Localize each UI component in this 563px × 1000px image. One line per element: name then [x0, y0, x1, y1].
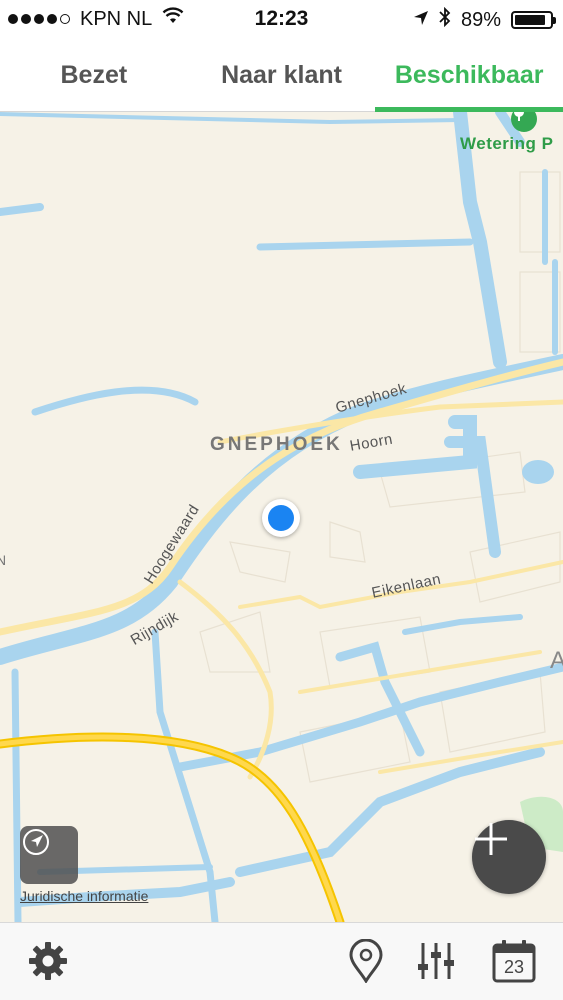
status-left: KPN NL	[8, 7, 184, 31]
map-view[interactable]: GNEPHOEK Gnephoek Hoorn Hoogewaard Rijnd…	[0, 112, 563, 922]
legal-info-link[interactable]: Juridische informatie	[20, 888, 148, 904]
filters-button[interactable]	[412, 939, 460, 987]
battery-fill	[515, 15, 546, 25]
bottom-toolbar: 23	[0, 922, 563, 1000]
user-location-marker	[262, 499, 300, 537]
tab-bezet[interactable]: Bezet	[0, 40, 188, 111]
carrier-name: KPN NL	[80, 7, 153, 30]
signal-strength-icon	[8, 14, 70, 24]
status-right: 89%	[413, 6, 556, 33]
location-arrow-icon	[413, 9, 429, 32]
map-pin-icon	[348, 938, 384, 988]
wifi-icon	[162, 7, 184, 31]
calendar-day: 23	[503, 957, 525, 977]
map-label-wetering[interactable]: Wetering P	[460, 134, 553, 154]
locate-me-button[interactable]	[20, 826, 78, 884]
map-label-district: GNEPHOEK	[210, 434, 343, 455]
sliders-icon	[414, 939, 458, 988]
map-pin-button[interactable]	[342, 938, 390, 988]
add-button[interactable]	[472, 820, 546, 894]
tab-beschikbaar[interactable]: Beschikbaar	[375, 40, 563, 112]
calendar-button[interactable]: 23	[490, 939, 538, 987]
tab-naar-klant[interactable]: Naar klant	[188, 40, 376, 111]
settings-button[interactable]	[24, 939, 72, 987]
status-tabs: Bezet Naar klant Beschikbaar	[0, 40, 563, 112]
gear-icon	[26, 939, 70, 988]
status-bar: KPN NL 12:23 89%	[0, 0, 563, 40]
battery-percentage: 89%	[460, 8, 501, 31]
bluetooth-icon	[439, 6, 451, 33]
map-label-edge-a: A	[550, 647, 563, 674]
map-label-edge-n: N	[0, 552, 7, 568]
battery-icon	[511, 11, 556, 29]
